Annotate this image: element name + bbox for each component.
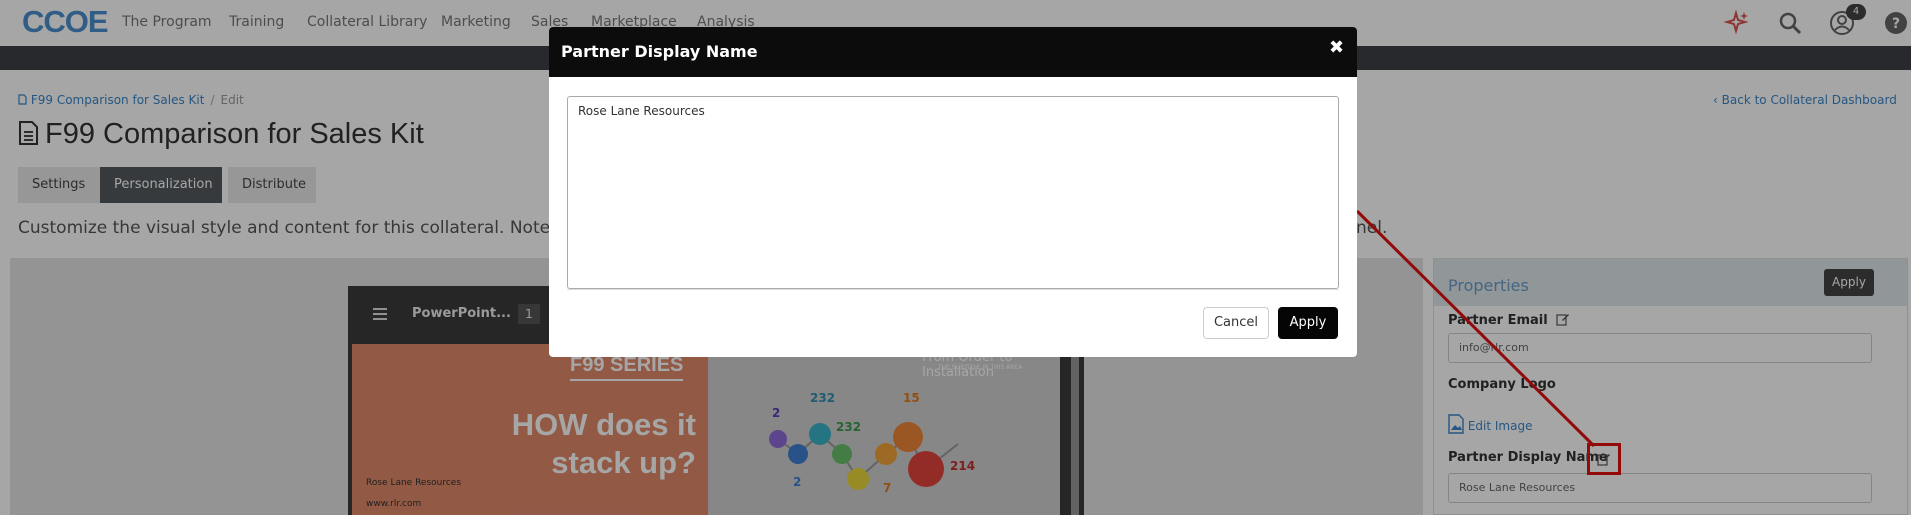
partner-display-name-modal: Partner Display Name ✖ Rose Lane Resourc… <box>549 27 1357 357</box>
modal-title: Partner Display Name <box>561 42 758 61</box>
cancel-button[interactable]: Cancel <box>1203 307 1269 339</box>
partner-display-name-textarea[interactable]: Rose Lane Resources <box>567 96 1339 289</box>
close-icon[interactable]: ✖ <box>1329 37 1344 58</box>
modal-header: Partner Display Name ✖ <box>549 27 1357 77</box>
modal-divider <box>567 289 1339 290</box>
apply-button[interactable]: Apply <box>1278 307 1338 339</box>
